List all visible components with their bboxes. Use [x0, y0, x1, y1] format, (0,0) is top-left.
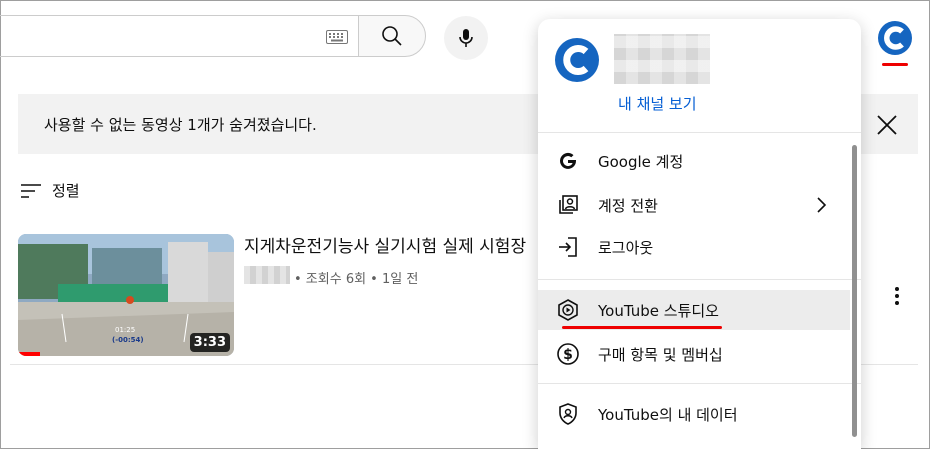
search-icon: [382, 26, 402, 46]
studio-highlight-mark: [562, 326, 722, 329]
video-title[interactable]: 지게차운전기능사 실기시험 실제 시험장: [244, 232, 544, 257]
menu-item-youtube-studio[interactable]: YouTube 스튜디오: [538, 290, 850, 330]
more-options-icon[interactable]: [890, 286, 904, 306]
chevron-right-icon: [817, 197, 827, 213]
microphone-icon: [459, 29, 473, 47]
menu-item-label: 구매 항목 및 멤버십: [598, 345, 723, 364]
account-name-blurred: [614, 34, 710, 84]
video-duration: 3:33: [189, 333, 230, 352]
keyboard-icon[interactable]: [326, 30, 348, 44]
divider: [538, 383, 861, 384]
svg-text:$: $: [563, 347, 573, 363]
sort-icon: [21, 183, 41, 198]
sort-label: 정렬: [52, 182, 80, 200]
studio-icon: [558, 299, 578, 321]
menu-item-purchases[interactable]: $ 구매 항목 및 멤버십: [538, 334, 850, 374]
menu-item-google-account[interactable]: Google 계정: [538, 141, 850, 181]
menu-item-label: YouTube의 내 데이터: [598, 405, 738, 424]
account-avatar[interactable]: [877, 20, 913, 56]
menu-item-label: 계정 전환: [598, 196, 658, 215]
video-meta: • 조회수 6회 • 1일 전: [294, 272, 419, 287]
switch-account-icon: [559, 195, 578, 214]
watch-progress-bar: [18, 352, 40, 356]
close-icon[interactable]: [876, 114, 898, 136]
menu-item-your-data[interactable]: YouTube의 내 데이터: [538, 394, 850, 434]
shield-person-icon: [559, 403, 577, 425]
divider: [538, 132, 861, 133]
view-channel-link[interactable]: 내 채널 보기: [618, 93, 697, 114]
search-button[interactable]: [358, 15, 426, 57]
search-input[interactable]: [0, 15, 358, 57]
dollar-icon: $: [557, 343, 579, 365]
menu-item-switch-account[interactable]: 계정 전환: [538, 185, 850, 225]
divider: [538, 279, 861, 280]
menu-scrollbar[interactable]: [852, 145, 857, 437]
menu-item-label: YouTube 스튜디오: [598, 301, 719, 320]
video-thumbnail[interactable]: 01:25 (-00:54) 3:33: [18, 234, 234, 356]
sort-button[interactable]: 정렬: [20, 180, 80, 201]
menu-avatar: [555, 38, 599, 82]
channel-name-blurred[interactable]: [244, 266, 290, 284]
google-icon: [560, 152, 576, 169]
avatar-highlight-mark: [882, 63, 908, 66]
account-menu: 내 채널 보기 Google 계정 계정 전환 로그아웃 YouTube 스튜디…: [538, 19, 861, 449]
notice-text: 사용할 수 없는 동영상 1개가 숨겨졌습니다.: [44, 116, 317, 134]
overlay-time: 01:25: [115, 326, 136, 334]
menu-item-label: 로그아웃: [598, 238, 654, 257]
voice-search-button[interactable]: [444, 16, 488, 60]
menu-item-label: Google 계정: [598, 152, 684, 171]
menu-item-sign-out[interactable]: 로그아웃: [538, 227, 850, 267]
overlay-remaining: (-00:54): [112, 336, 144, 344]
sign-out-icon: [559, 237, 577, 257]
